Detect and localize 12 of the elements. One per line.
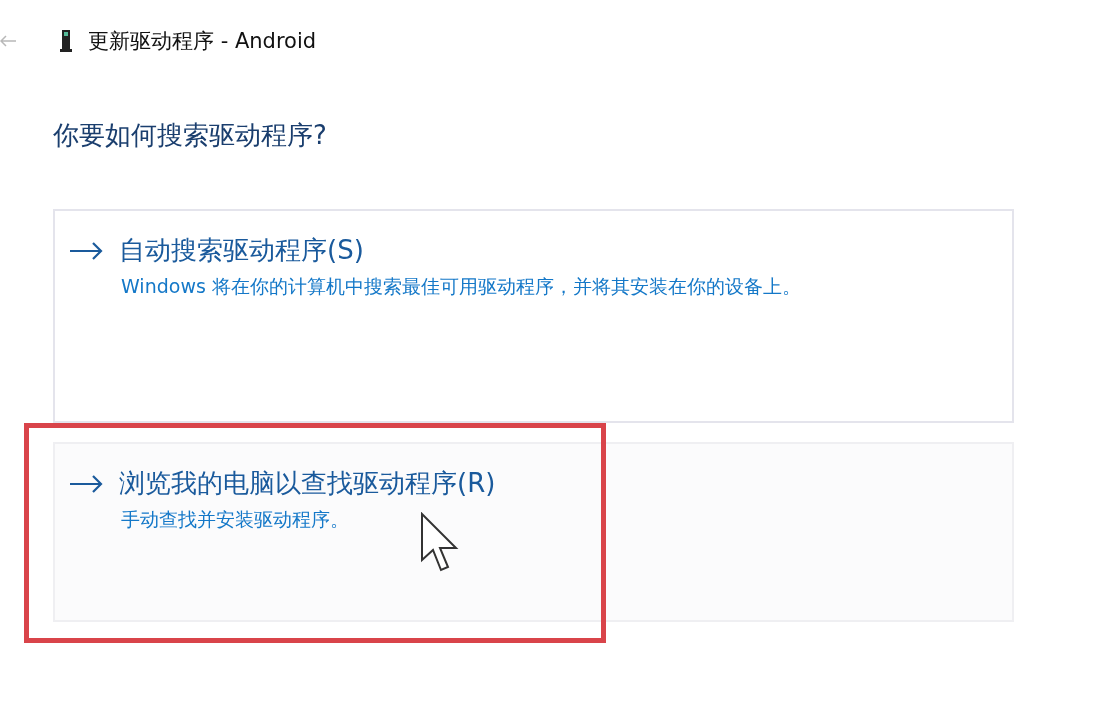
option-card[interactable]: 自动搜索驱动程序(S) Windows 将在你的计算机中搜索最佳可用驱动程序，并将其安装在你的设备上。 xyxy=(53,209,1014,423)
option-description: 手动查找并安装驱动程序。 xyxy=(121,507,350,532)
back-icon[interactable] xyxy=(0,35,16,47)
arrow-icon xyxy=(69,474,103,493)
option-title: 浏览我的电脑以查找驱动程序(R) xyxy=(119,467,496,500)
option-card[interactable]: 浏览我的电脑以查找驱动程序(R) 手动查找并安装驱动程序。 xyxy=(53,442,1014,622)
option-description: Windows 将在你的计算机中搜索最佳可用驱动程序，并将其安装在你的设备上。 xyxy=(121,274,802,299)
heading: 你要如何搜索驱动程序? xyxy=(53,119,328,152)
window-title: 更新驱动程序 - Android xyxy=(88,28,317,55)
arrow-icon xyxy=(69,241,103,260)
device-icon xyxy=(60,29,72,53)
option-title: 自动搜索驱动程序(S) xyxy=(119,234,364,267)
